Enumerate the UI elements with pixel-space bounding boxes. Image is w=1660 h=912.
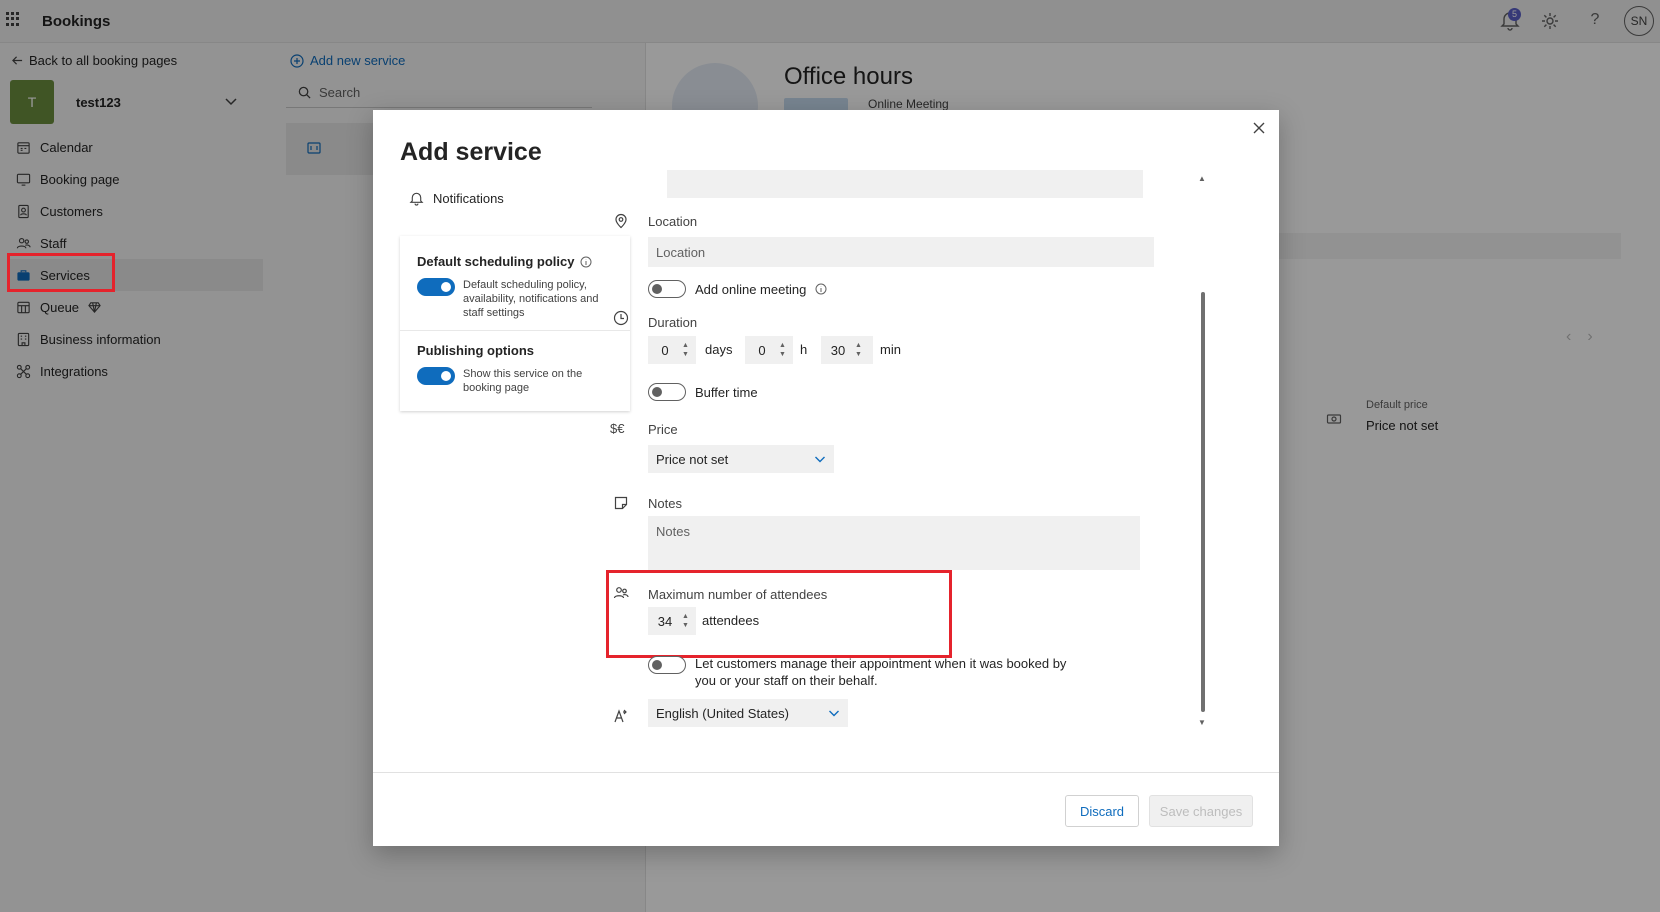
default-scheduling-policy-text: Default scheduling policy, availability,…	[463, 279, 599, 319]
duration-hours-unit: h	[800, 342, 808, 357]
duration-days-stepper[interactable]: 0 ▲ ▼	[648, 336, 696, 364]
notes-textarea[interactable]: Notes	[648, 516, 1140, 570]
stepper-arrows-icon[interactable]: ▲ ▼	[779, 341, 791, 359]
close-icon[interactable]	[1251, 120, 1267, 136]
duration-minutes-stepper[interactable]: 30 ▲ ▼	[821, 336, 873, 364]
buffer-time-toggle[interactable]	[648, 383, 686, 401]
scroll-down-arrow-icon[interactable]: ▼	[1198, 718, 1206, 727]
bell-icon	[409, 192, 424, 206]
notifications-section-link[interactable]: Notifications	[409, 191, 504, 206]
note-icon	[614, 496, 628, 510]
location-label: Location	[648, 214, 698, 229]
duration-minutes-unit: min	[880, 342, 901, 357]
duration-days-value: 0	[661, 342, 669, 358]
add-service-dialog: Add service Notifications Default schedu…	[373, 110, 1279, 846]
chevron-down-icon	[815, 456, 825, 463]
settings-cards: Default scheduling policy Default schedu…	[400, 236, 630, 411]
duration-days-unit: days	[705, 342, 733, 357]
info-icon[interactable]	[815, 283, 827, 295]
customer-manage-row: Let customers manage their appointment w…	[648, 655, 1066, 689]
scroll-up-arrow-icon[interactable]: ▲	[1198, 174, 1206, 183]
duration-minutes-value: 30	[830, 342, 846, 358]
publishing-options-text: Show this service on the booking page	[463, 368, 583, 394]
add-online-meeting-toggle[interactable]	[648, 280, 686, 298]
customer-manage-toggle[interactable]	[648, 656, 686, 674]
form-scrollbar[interactable]: ▲ ▼	[1198, 174, 1206, 728]
buffer-time-row: Buffer time	[648, 383, 758, 401]
price-selected-value: Price not set	[656, 451, 729, 467]
publishing-options-toggle[interactable]	[417, 367, 455, 385]
scrolled-field-remnant	[667, 170, 1143, 198]
language-select[interactable]: English (United States)	[648, 699, 848, 727]
notes-label: Notes	[648, 496, 682, 511]
dialog-title: Add service	[400, 138, 542, 166]
highlight-attendees-box	[606, 570, 952, 658]
discard-button[interactable]: Discard	[1065, 795, 1139, 827]
scrollbar-thumb[interactable]	[1201, 292, 1205, 712]
location-input[interactable]: Location	[648, 237, 1154, 267]
stepper-arrows-icon[interactable]: ▲ ▼	[855, 341, 867, 359]
default-scheduling-policy-toggle[interactable]	[417, 278, 455, 296]
buffer-time-label: Buffer time	[695, 384, 758, 400]
language-selected-value: English (United States)	[656, 705, 789, 721]
default-scheduling-policy-card: Default scheduling policy Default schedu…	[400, 236, 630, 331]
language-icon	[614, 709, 627, 723]
stepper-arrows-icon[interactable]: ▲ ▼	[682, 341, 694, 359]
chevron-down-icon	[829, 710, 839, 717]
location-icon	[615, 213, 627, 229]
customer-manage-text-line2: you or your staff on their behalf.	[695, 673, 878, 688]
duration-hours-stepper[interactable]: 0 ▲ ▼	[745, 336, 793, 364]
publishing-options-card: Publishing options Show this service on …	[400, 331, 630, 411]
duration-label: Duration	[648, 315, 698, 330]
duration-hours-value: 0	[758, 342, 766, 358]
publishing-options-title: Publishing options	[417, 343, 534, 358]
add-online-meeting-row: Add online meeting	[648, 280, 827, 298]
notifications-label: Notifications	[433, 191, 504, 206]
highlight-services-box	[7, 253, 115, 292]
add-online-meeting-label: Add online meeting	[695, 281, 807, 297]
dialog-footer: Discard Save changes	[373, 772, 1279, 846]
price-label: Price	[648, 422, 678, 437]
clock-icon	[613, 310, 629, 326]
customer-manage-text-line1: Let customers manage their appointment w…	[695, 656, 1067, 671]
currency-icon: $€	[610, 421, 625, 436]
notes-placeholder: Notes	[656, 524, 690, 539]
save-changes-button[interactable]: Save changes	[1149, 795, 1253, 827]
price-select[interactable]: Price not set	[648, 445, 834, 473]
info-icon[interactable]	[580, 256, 592, 268]
default-scheduling-policy-title: Default scheduling policy	[417, 254, 575, 269]
location-placeholder: Location	[656, 244, 706, 260]
